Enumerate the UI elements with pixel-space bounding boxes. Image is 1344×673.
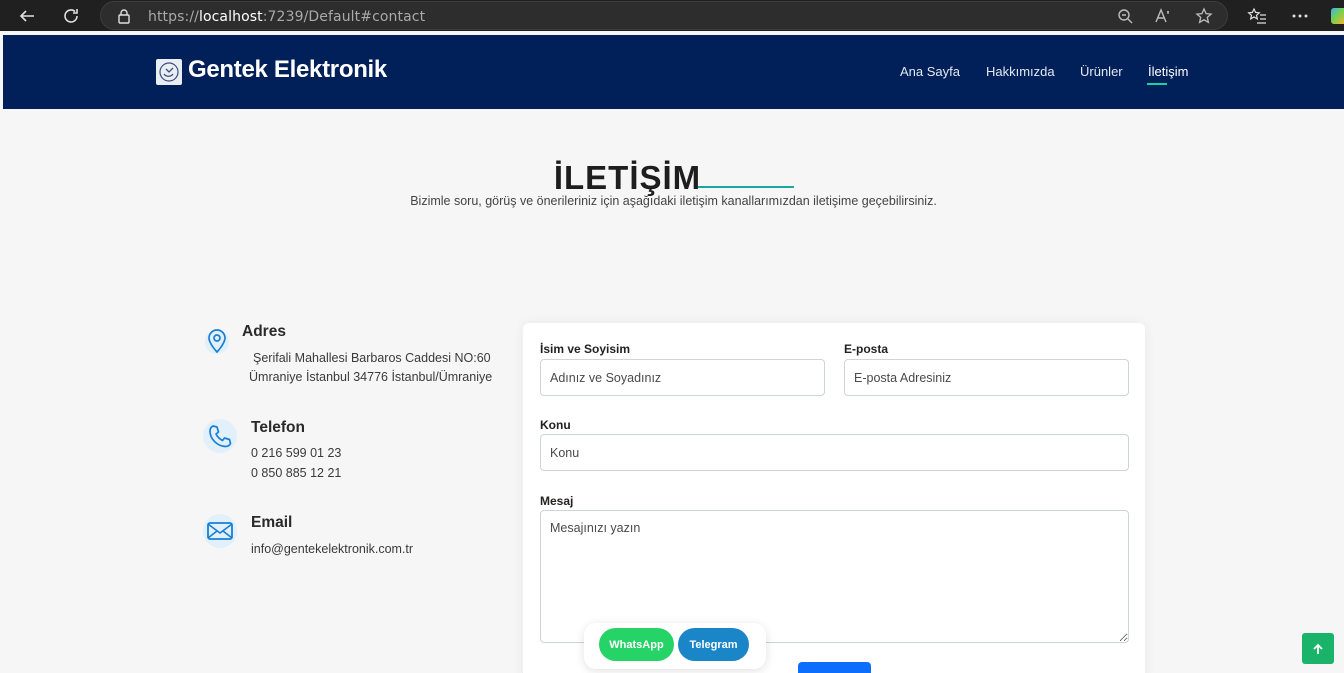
name-input[interactable] — [540, 359, 825, 396]
title-underline — [698, 186, 794, 188]
nav-contact[interactable]: İletişim — [1148, 64, 1188, 79]
envelope-icon — [203, 514, 237, 548]
name-label: İsim ve Soyisim — [540, 342, 631, 356]
address-title: Adres — [242, 323, 286, 340]
refresh-icon[interactable] — [60, 5, 82, 27]
favorite-star-icon[interactable] — [1194, 6, 1214, 26]
phone-icon — [203, 419, 237, 453]
address-line-2: Ümraniye İstanbul 34776 İstanbul/Ümraniy… — [249, 370, 493, 384]
scroll-to-top-button[interactable] — [1302, 633, 1334, 664]
active-nav-indicator — [1147, 83, 1167, 85]
chat-buttons-panel: WhatsApp Telegram — [584, 623, 766, 669]
address-line-1: Şerifali Mahallesi Barbaros Caddesi NO:6… — [253, 351, 491, 365]
back-arrow-icon[interactable] — [16, 5, 38, 27]
message-label: Mesaj — [540, 494, 574, 508]
copilot-icon[interactable] — [1331, 8, 1344, 24]
more-menu-icon[interactable] — [1289, 5, 1311, 27]
email-label: E-posta — [844, 342, 889, 356]
contact-form: İsim ve Soyisim E-posta Konu Mesaj — [523, 323, 1145, 673]
nav-home[interactable]: Ana Sayfa — [900, 64, 960, 79]
page-description: Bizimle soru, görüş ve önerileriniz için… — [410, 194, 937, 208]
subject-label: Konu — [540, 418, 571, 432]
email-address[interactable]: info@gentekelektronik.com.tr — [251, 542, 413, 556]
subject-input[interactable] — [540, 434, 1129, 471]
brand-name[interactable]: Gentek Elektronik — [188, 56, 387, 84]
zoom-icon[interactable] — [1115, 6, 1135, 26]
site-navbar: Gentek Elektronik Ana Sayfa Hakkımızda Ü… — [3, 35, 1344, 109]
favorites-list-icon[interactable] — [1246, 5, 1268, 27]
lock-icon[interactable] — [114, 6, 134, 26]
nav-about[interactable]: Hakkımızda — [986, 64, 1055, 79]
web-page: Gentek Elektronik Ana Sayfa Hakkımızda Ü… — [3, 35, 1344, 673]
submit-button[interactable] — [798, 662, 871, 673]
whatsapp-button[interactable]: WhatsApp — [599, 628, 674, 661]
address-bar[interactable]: https://localhost:7239/Default#contact — [100, 1, 1228, 30]
browser-toolbar: https://localhost:7239/Default#contact — [0, 0, 1344, 31]
url-text: https://localhost:7239/Default#contact — [148, 9, 426, 25]
nav-products[interactable]: Ürünler — [1080, 64, 1123, 79]
map-pin-icon — [200, 323, 234, 357]
telegram-button[interactable]: Telegram — [678, 628, 749, 661]
phone-number-1[interactable]: 0 216 599 01 23 — [251, 446, 341, 460]
phone-number-2[interactable]: 0 850 885 12 21 — [251, 466, 341, 480]
page-title: İLETİŞİM — [553, 159, 702, 196]
phone-title: Telefon — [251, 419, 305, 436]
read-aloud-icon[interactable] — [1153, 6, 1173, 26]
email-input[interactable] — [844, 359, 1129, 396]
email-title: Email — [251, 514, 293, 531]
brand-logo-icon[interactable] — [156, 59, 182, 85]
arrow-up-icon — [1313, 643, 1323, 654]
